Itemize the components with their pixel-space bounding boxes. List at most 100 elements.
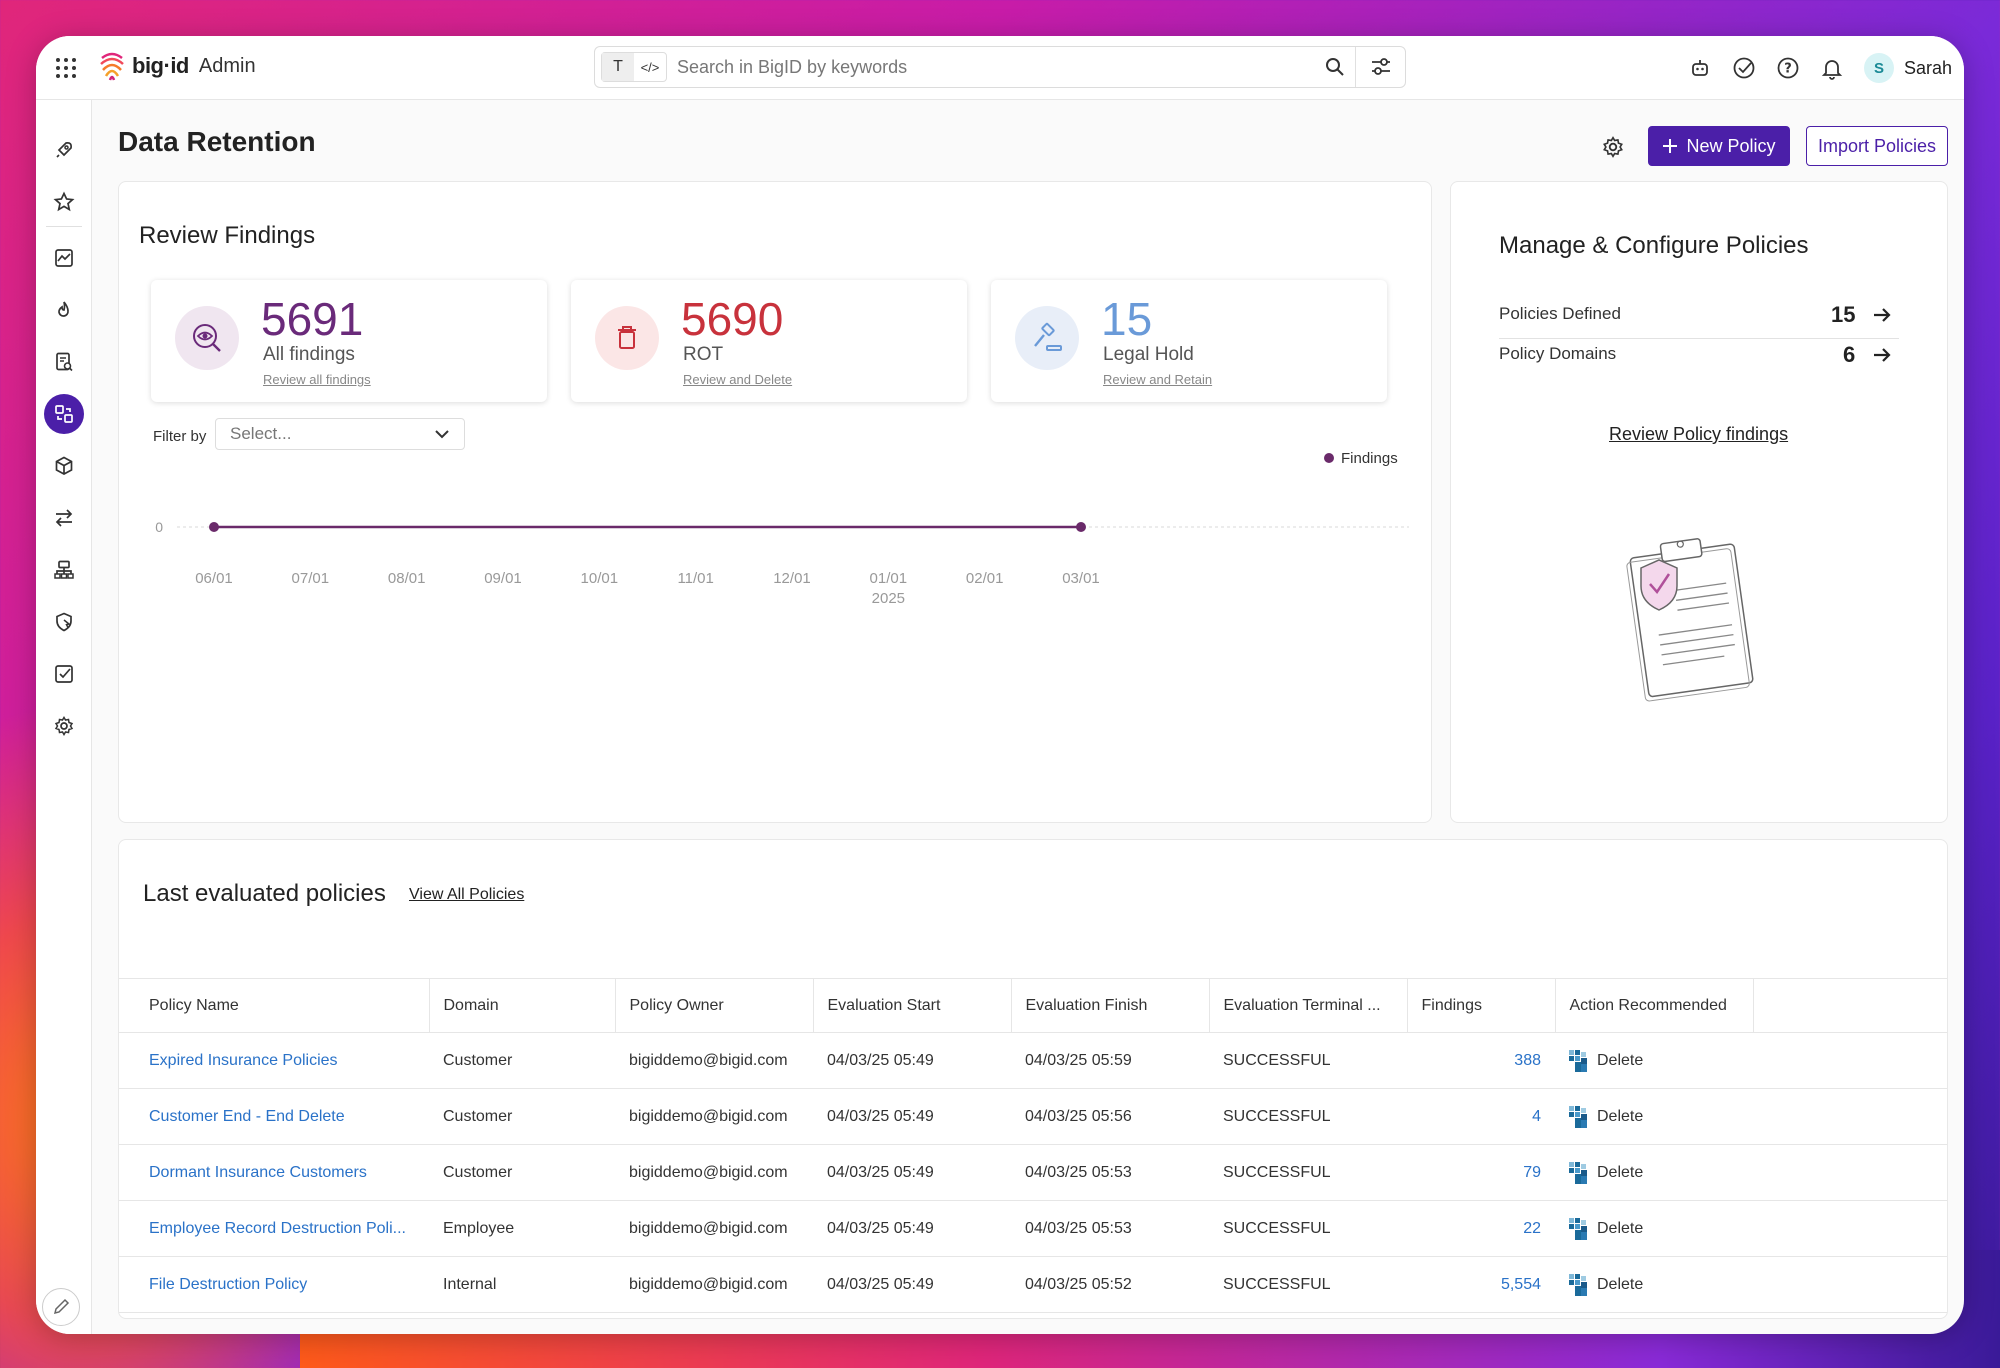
column-header-empty bbox=[1753, 978, 1947, 1033]
action-label[interactable]: Delete bbox=[1597, 1108, 1643, 1126]
assistant-bot-icon[interactable] bbox=[1688, 56, 1712, 80]
policy-name-cell[interactable]: Expired Insurance Policies bbox=[119, 1032, 429, 1089]
sidebar-item-hierarchy[interactable] bbox=[44, 550, 84, 590]
sidebar-item-dashboard[interactable] bbox=[44, 238, 84, 278]
evaluation-finish-cell: 04/03/25 05:53 bbox=[1011, 1200, 1209, 1257]
arrow-right-icon[interactable] bbox=[1871, 304, 1893, 326]
action-recommended-cell: Delete bbox=[1555, 1200, 1753, 1257]
policy-name-cell[interactable]: Employee Record Destruction Poli... bbox=[119, 1200, 429, 1257]
edit-pencil-button[interactable] bbox=[42, 1288, 80, 1326]
policies-table: Policy Name Domain Policy Owner Evaluati… bbox=[119, 978, 1947, 1313]
manage-policies-card: Manage & Configure Policies Policies Def… bbox=[1450, 181, 1948, 823]
bigid-logo[interactable]: big·id Admin bbox=[98, 50, 256, 82]
cube-icon bbox=[55, 456, 73, 475]
findings-count-cell[interactable]: 388 bbox=[1407, 1032, 1555, 1089]
column-header-policy-name[interactable]: Policy Name bbox=[119, 978, 430, 1033]
sidebar-item-settings[interactable] bbox=[44, 706, 84, 746]
column-header-evaluation-start[interactable]: Evaluation Start bbox=[813, 978, 1012, 1033]
table-header-row: Policy Name Domain Policy Owner Evaluati… bbox=[119, 978, 1947, 1033]
x-tick-label: 10/01 bbox=[581, 570, 619, 587]
help-icon[interactable]: ? bbox=[1776, 56, 1800, 80]
evaluation-start-cell: 04/03/25 05:49 bbox=[813, 1200, 1011, 1257]
action-recommended-cell: Delete bbox=[1555, 1256, 1753, 1313]
sidebar-item-catalog[interactable] bbox=[44, 446, 84, 486]
findings-count-cell[interactable]: 5,554 bbox=[1407, 1256, 1555, 1313]
column-header-evaluation-finish[interactable]: Evaluation Finish bbox=[1011, 978, 1210, 1033]
policy-name-cell[interactable]: Customer End - End Delete bbox=[119, 1088, 429, 1145]
new-policy-label: New Policy bbox=[1686, 135, 1776, 156]
column-header-findings[interactable]: Findings bbox=[1407, 978, 1556, 1033]
import-policies-button[interactable]: Import Policies bbox=[1806, 126, 1948, 166]
domain-cell: Employee bbox=[429, 1200, 615, 1257]
search-filter-icon[interactable] bbox=[1355, 47, 1405, 87]
column-header-evaluation-terminal[interactable]: Evaluation Terminal ... bbox=[1209, 978, 1408, 1033]
apps-grid-icon[interactable] bbox=[52, 54, 80, 82]
sidebar-item-reports[interactable] bbox=[44, 342, 84, 382]
notifications-bell-icon[interactable] bbox=[1820, 56, 1844, 80]
policy-owner-cell: bigiddemo@bigid.com bbox=[615, 1200, 813, 1257]
sidebar-item-getting-started[interactable] bbox=[44, 130, 84, 170]
action-label[interactable]: Delete bbox=[1597, 1220, 1643, 1238]
sidebar-item-favorites[interactable] bbox=[44, 182, 84, 222]
search-input[interactable] bbox=[677, 56, 1315, 78]
sidebar-item-data-retention[interactable] bbox=[44, 394, 84, 434]
clipboard-shield-illustration bbox=[1626, 538, 1754, 702]
empty-cell bbox=[1753, 1144, 1947, 1201]
findings-count-cell[interactable]: 4 bbox=[1407, 1088, 1555, 1145]
legend-marker-findings bbox=[1324, 453, 1334, 463]
domain-cell: Internal bbox=[429, 1256, 615, 1313]
evaluation-start-cell: 04/03/25 05:49 bbox=[813, 1144, 1011, 1201]
evaluation-status-cell: SUCCESSFUL bbox=[1209, 1088, 1407, 1145]
code-mode-button[interactable]: </> bbox=[634, 53, 666, 81]
findings-line-chart: 0 06/01 07/01 08/01 09/01 10/01 11/01 12/01 01/0… bbox=[155, 450, 1409, 607]
action-recommended-cell: Delete bbox=[1555, 1088, 1753, 1145]
star-icon bbox=[53, 191, 75, 212]
search-mode-toggle: T </> bbox=[601, 52, 667, 82]
empty-cell bbox=[1753, 1088, 1947, 1145]
policies-defined-count: 15 bbox=[1831, 302, 1856, 327]
checkbox-icon bbox=[55, 665, 73, 683]
new-policy-button[interactable]: New Policy bbox=[1648, 126, 1790, 166]
table-row: Expired Insurance Policies Customer bigidd… bbox=[119, 1032, 1947, 1089]
policy-name-cell[interactable]: Dormant Insurance Customers bbox=[119, 1144, 429, 1201]
legend-label-findings[interactable]: Findings bbox=[1341, 450, 1398, 467]
hierarchy-icon bbox=[54, 560, 74, 579]
table-row: Customer End - End Delete Customer bigidde… bbox=[119, 1088, 1947, 1145]
user-avatar[interactable]: S bbox=[1863, 53, 1894, 83]
sidebar-item-transfers[interactable] bbox=[44, 498, 84, 538]
search-icon[interactable] bbox=[1315, 57, 1355, 77]
review-policy-findings-link[interactable]: Review Policy findings bbox=[1609, 424, 1788, 445]
delete-action-icon bbox=[1569, 1105, 1587, 1128]
action-label[interactable]: Delete bbox=[1597, 1052, 1643, 1070]
arrow-right-icon[interactable] bbox=[1871, 344, 1893, 366]
findings-count-cell[interactable]: 22 bbox=[1407, 1200, 1555, 1257]
action-label[interactable]: Delete bbox=[1597, 1164, 1643, 1182]
column-header-domain[interactable]: Domain bbox=[429, 978, 616, 1033]
last-evaluated-policies-card: Last evaluated policies View All Policie… bbox=[118, 839, 1948, 1319]
view-all-policies-link[interactable]: View All Policies bbox=[409, 886, 524, 904]
evaluation-status-cell: SUCCESSFUL bbox=[1209, 1200, 1407, 1257]
policy-owner-cell: bigiddemo@bigid.com bbox=[615, 1032, 813, 1089]
policy-name-cell[interactable]: File Destruction Policy bbox=[119, 1256, 429, 1313]
retention-settings-gear-icon[interactable] bbox=[1598, 132, 1628, 162]
action-label[interactable]: Delete bbox=[1597, 1276, 1643, 1294]
tasks-check-icon[interactable] bbox=[1732, 56, 1756, 80]
text-mode-button[interactable]: T bbox=[602, 53, 634, 81]
user-name[interactable]: Sarah bbox=[1904, 58, 1952, 79]
column-header-policy-owner[interactable]: Policy Owner bbox=[615, 978, 814, 1033]
sidebar-item-risk[interactable] bbox=[44, 290, 84, 330]
column-header-action-recommended[interactable]: Action Recommended bbox=[1555, 978, 1754, 1033]
data-point[interactable] bbox=[209, 522, 219, 532]
x-tick-label: 02/01 bbox=[966, 570, 1004, 587]
data-point[interactable] bbox=[1076, 522, 1086, 532]
sidebar bbox=[36, 100, 92, 1334]
sidebar-item-tasks[interactable] bbox=[44, 654, 84, 694]
app-window: big·id Admin T </> ? bbox=[36, 36, 1964, 1334]
sidebar-item-privacy[interactable] bbox=[44, 602, 84, 642]
empty-cell bbox=[1753, 1032, 1947, 1089]
findings-count-cell[interactable]: 79 bbox=[1407, 1144, 1555, 1201]
shield-cursor-icon bbox=[56, 612, 72, 632]
action-recommended-cell: Delete bbox=[1555, 1144, 1753, 1201]
page-title: Data Retention bbox=[118, 126, 316, 157]
global-search: T </> bbox=[594, 46, 1406, 88]
